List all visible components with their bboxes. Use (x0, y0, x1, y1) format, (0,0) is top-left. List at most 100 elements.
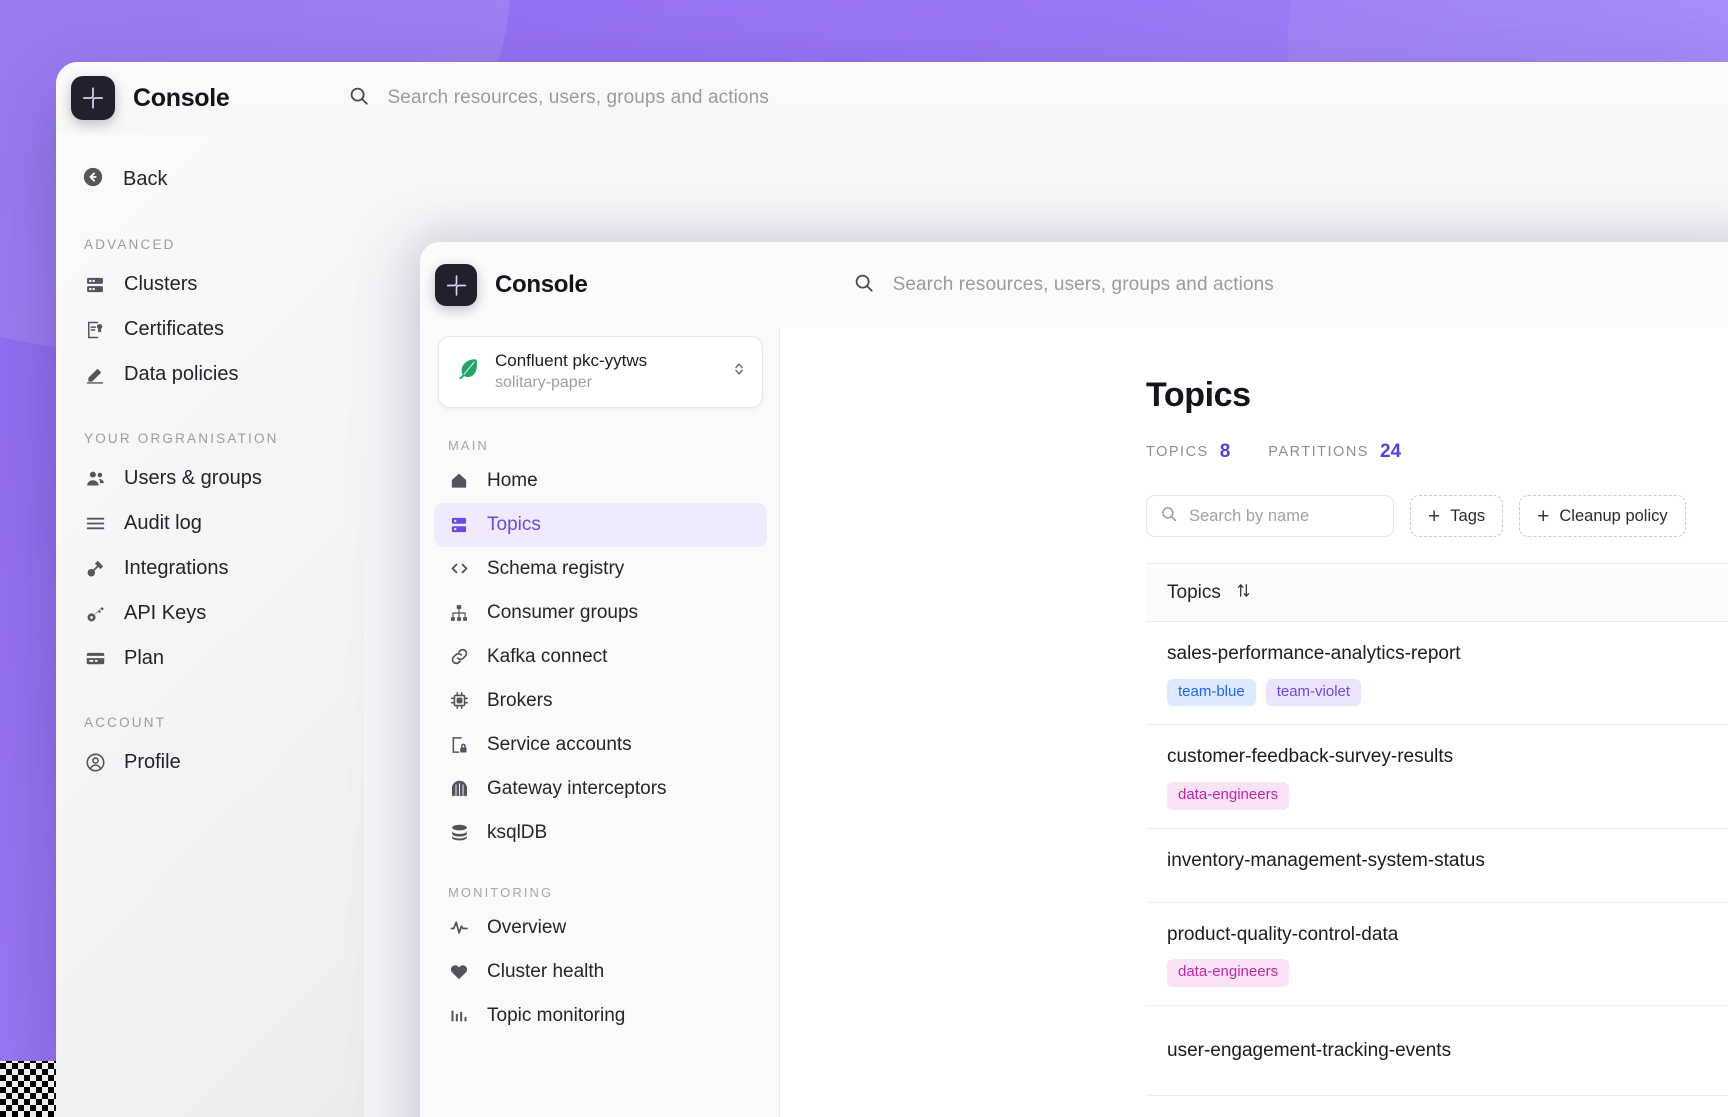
table-row[interactable]: inventory-management-system-status (1146, 829, 1728, 903)
plus-icon: + (1428, 504, 1441, 528)
sidebar-item-audit-log[interactable]: Audit log (56, 501, 364, 546)
sort-arrows-icon[interactable] (1235, 582, 1252, 604)
topic-tags: team-blue team-violet (1167, 678, 1728, 707)
cluster-name: Confluent pkc-yytws (495, 351, 648, 370)
tag[interactable]: data-engineers (1167, 959, 1290, 988)
inner-topbar: Console Search resources, users, groups … (420, 242, 1728, 328)
cluster-selector[interactable]: Confluent pkc-yytws solitary-paper (438, 336, 763, 408)
account-lock-icon (448, 734, 470, 756)
sidebar-item-consumer-groups[interactable]: Consumer groups (434, 591, 767, 635)
tag[interactable]: team-violet (1265, 678, 1362, 707)
sidebar-item-label: Cluster health (487, 960, 605, 982)
tag[interactable]: team-blue (1167, 678, 1256, 707)
inner-brand[interactable]: Console (420, 264, 588, 306)
table-row[interactable]: user-engagement-tracking-events (1146, 1006, 1728, 1097)
credit-card-icon (84, 648, 106, 670)
sidebar-item-integrations[interactable]: Integrations (56, 546, 364, 591)
outer-topbar: Console Search resources, users, groups … (56, 62, 1728, 134)
sidebar-item-label: API Keys (124, 602, 207, 624)
sidebar-item-label: ksqlDB (487, 821, 548, 843)
search-icon (1160, 505, 1178, 528)
outer-console-window: Console Search resources, users, groups … (56, 62, 1728, 1117)
sidebar-item-gateway-interceptors[interactable]: Gateway interceptors (434, 767, 767, 811)
sidebar-item-label: Profile (124, 751, 181, 773)
sidebar-item-label: Home (487, 469, 538, 491)
topics-table: Topics sales-performance-analytics-repor… (1146, 563, 1728, 1117)
column-header-topics: Topics (1167, 581, 1221, 603)
users-icon (84, 468, 106, 490)
inner-section-label-monitoring: MONITORING (448, 884, 554, 900)
topic-tags: data-engineers (1167, 781, 1728, 810)
topic-name: user-engagement-tracking-events (1167, 1039, 1452, 1061)
inner-console-window: Console Search resources, users, groups … (420, 242, 1728, 1117)
sidebar-item-cluster-health[interactable]: Cluster health (434, 950, 767, 994)
feather-icon (455, 356, 481, 387)
sidebar-item-label: Brokers (487, 689, 553, 711)
stat-value-topics: 8 (1219, 441, 1231, 462)
topic-name: inventory-management-system-status (1167, 849, 1485, 871)
outer-section-label-organisation: YOUR ORGRANISATION (84, 431, 279, 446)
tag[interactable]: data-engineers (1167, 781, 1290, 810)
key-icon (84, 603, 106, 625)
sidebar-item-ksqldb[interactable]: ksqlDB (434, 811, 767, 855)
code-brackets-icon (448, 558, 470, 580)
sidebar-item-kafka-connect[interactable]: Kafka connect (434, 635, 767, 679)
table-row[interactable]: employee-time-tracking-records team-viol… (1146, 1096, 1728, 1117)
table-header: Topics (1146, 564, 1728, 622)
user-circle-icon (84, 752, 106, 774)
cleanup-policy-filter-label: Cleanup policy (1559, 506, 1668, 525)
sidebar-item-label: Certificates (124, 318, 225, 340)
outer-brand[interactable]: Console (56, 76, 230, 120)
stat-label-partitions: PARTITIONS (1268, 444, 1369, 460)
search-input[interactable]: Search by name (1146, 495, 1394, 537)
outer-search-placeholder: Search resources, users, groups and acti… (387, 87, 769, 108)
sidebar-item-schema-registry[interactable]: Schema registry (434, 547, 767, 591)
sidebar-item-plan[interactable]: Plan (56, 636, 364, 681)
sidebar-item-data-policies[interactable]: Data policies (56, 352, 364, 397)
activity-icon (448, 917, 470, 939)
back-button[interactable]: Back (56, 156, 364, 203)
sidebar-item-brokers[interactable]: Brokers (434, 679, 767, 723)
sidebar-item-label: Consumer groups (487, 601, 639, 623)
certificate-icon (84, 319, 106, 341)
table-row[interactable]: sales-performance-analytics-report team-… (1146, 622, 1728, 726)
topic-name: sales-performance-analytics-report (1167, 643, 1461, 664)
sidebar-item-label: Audit log (124, 512, 202, 534)
sidebar-item-users-groups[interactable]: Users & groups (56, 456, 364, 501)
sidebar-item-topics[interactable]: Topics (434, 502, 767, 547)
chevron-up-down-icon[interactable] (730, 360, 748, 383)
sidebar-item-clusters[interactable]: Clusters (56, 262, 364, 307)
table-row[interactable]: product-quality-control-data data-engine… (1146, 903, 1728, 1007)
outer-global-search[interactable]: Search resources, users, groups and acti… (348, 85, 769, 112)
sidebar-item-api-keys[interactable]: API Keys (56, 591, 364, 636)
server-icon (84, 274, 106, 296)
sidebar-item-profile[interactable]: Profile (56, 740, 364, 785)
sidebar-item-topic-monitoring[interactable]: Topic monitoring (434, 994, 767, 1038)
main-content: Topics TOPICS 8 PARTITIONS 24 Search by … (780, 328, 1728, 1117)
sidebar-item-service-accounts[interactable]: Service accounts (434, 723, 767, 767)
topic-name: customer-feedback-survey-results (1167, 746, 1454, 768)
list-lines-icon (84, 513, 106, 535)
search-placeholder: Search by name (1189, 506, 1310, 525)
cleanup-policy-filter-button[interactable]: + Cleanup policy (1519, 495, 1686, 537)
back-label: Back (123, 168, 168, 190)
topic-stats: TOPICS 8 PARTITIONS 24 (1146, 441, 1728, 463)
inner-global-search[interactable]: Search resources, users, groups and acti… (853, 272, 1274, 299)
sidebar-item-label: Service accounts (487, 733, 632, 755)
sidebar-item-home[interactable]: Home (434, 459, 767, 503)
outer-sidebar: Back ADVANCED Clusters Certificates Data… (56, 134, 364, 1117)
arrow-left-circle-icon (82, 166, 104, 193)
sidebar-item-label: Topic monitoring (487, 1004, 626, 1026)
sidebar-item-certificates[interactable]: Certificates (56, 307, 364, 352)
console-logo-icon (435, 264, 477, 306)
outer-app-title: Console (133, 83, 230, 112)
gateway-icon (448, 778, 470, 800)
inner-sidebar: Confluent pkc-yytws solitary-paper MAIN … (420, 328, 780, 1117)
table-row[interactable]: customer-feedback-survey-results data-en… (1146, 725, 1728, 829)
tags-filter-label: Tags (1450, 506, 1486, 525)
database-icon (448, 822, 470, 844)
sidebar-item-label: Kafka connect (487, 645, 608, 667)
sidebar-item-overview[interactable]: Overview (434, 906, 767, 950)
sidebar-item-label: Schema registry (487, 557, 625, 579)
tags-filter-button[interactable]: + Tags (1410, 495, 1504, 537)
